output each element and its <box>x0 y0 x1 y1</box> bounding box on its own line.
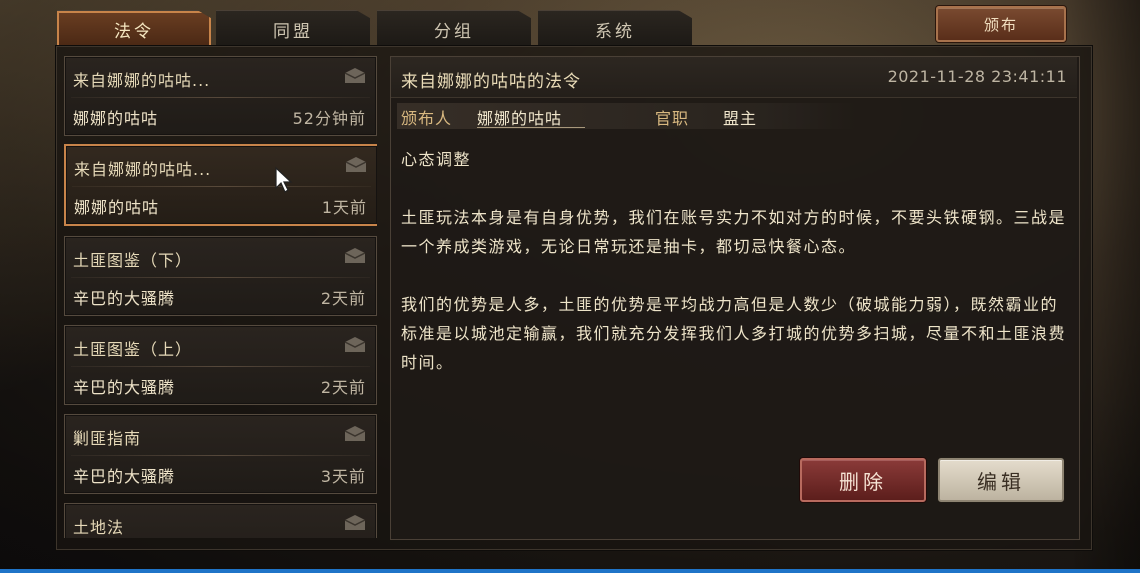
publisher-underline <box>477 127 585 128</box>
list-item-time: 1天前 <box>321 198 367 217</box>
envelope-icon <box>344 68 366 83</box>
decree-list[interactable]: 来自娜娜的咕咕... 娜娜的咕咕 52分钟前 来自娜娜的咕咕... 娜娜的咕咕 … <box>64 56 377 538</box>
publisher-label: 颁布人 <box>401 109 453 128</box>
envelope-icon <box>344 248 366 263</box>
decree-detail: 来自娜娜的咕咕的法令 2021-11-28 23:41:11 颁布人 娜娜的咕咕… <box>390 56 1080 540</box>
detail-date: 2021-11-28 23:41:11 <box>887 67 1067 86</box>
detail-meta: 颁布人 娜娜的咕咕 官职 盟主 <box>391 101 1077 131</box>
list-item[interactable]: 土匪图鉴（下） 辛巴的大骚腾 2天前 <box>64 236 377 316</box>
envelope-icon <box>344 337 366 352</box>
list-item-title: 土地法 <box>73 518 125 537</box>
list-item-title: 剿匪指南 <box>73 429 142 448</box>
list-item-time: 52分钟前 <box>292 109 366 128</box>
divider <box>71 366 370 367</box>
list-item[interactable]: 来自娜娜的咕咕... 娜娜的咕咕 52分钟前 <box>64 56 377 136</box>
tab-alliance[interactable]: 同盟 <box>216 10 370 47</box>
list-item-sender: 辛巴的大骚腾 <box>73 378 176 397</box>
body-paragraph: 我们的优势是人多，土匪的优势是平均战力高但是人数少（破城能力弱），既然霸业的标准… <box>401 295 1067 372</box>
body-gap <box>401 261 1067 290</box>
tab-group[interactable]: 分组 <box>377 10 531 47</box>
detail-title: 来自娜娜的咕咕的法令 <box>401 72 581 92</box>
list-item-title: 来自娜娜的咕咕... <box>74 160 212 179</box>
taskbar-edge <box>0 569 1140 573</box>
publisher-name[interactable]: 娜娜的咕咕 <box>477 105 562 129</box>
list-item-time: 2天前 <box>320 378 366 397</box>
envelope-icon <box>344 426 366 441</box>
list-item[interactable]: 剿匪指南 辛巴的大骚腾 3天前 <box>64 414 377 494</box>
tab-decree[interactable]: 法令 <box>57 10 211 47</box>
list-item[interactable]: 土匪图鉴（上） 辛巴的大骚腾 2天前 <box>64 325 377 405</box>
divider <box>71 277 370 278</box>
list-item-sender: 娜娜的咕咕 <box>73 109 159 128</box>
list-item-sender: 辛巴的大骚腾 <box>73 289 176 308</box>
list-item[interactable]: 来自娜娜的咕咕... 娜娜的咕咕 1天前 <box>64 144 377 226</box>
meta-strip <box>397 103 857 129</box>
edit-button[interactable]: 编辑 <box>938 458 1064 502</box>
body-paragraph: 心态调整 <box>401 150 472 169</box>
list-item-sender: 娜娜的咕咕 <box>74 198 160 217</box>
position-value: 盟主 <box>723 109 758 128</box>
divider <box>72 186 371 187</box>
list-item-title: 来自娜娜的咕咕... <box>73 71 211 90</box>
divider <box>71 455 370 456</box>
mouse-cursor-icon <box>275 166 293 193</box>
publish-button[interactable]: 颁布 <box>936 6 1066 42</box>
body-paragraph: 土匪玩法本身是有自身优势，我们在账号实力不如对方的时候，不要头铁硬钢。三战是一个… <box>401 208 1067 256</box>
body-gap <box>401 174 1067 203</box>
divider <box>71 97 370 98</box>
envelope-icon <box>344 515 366 530</box>
list-item-title: 土匪图鉴（上） <box>73 340 193 359</box>
position-label: 官职 <box>655 109 690 128</box>
delete-button[interactable]: 删除 <box>800 458 926 502</box>
list-item-title: 土匪图鉴（下） <box>73 251 193 270</box>
list-item[interactable]: 土地法 <box>64 503 377 538</box>
envelope-icon <box>345 157 367 172</box>
tab-system[interactable]: 系统 <box>538 10 692 47</box>
detail-header: 来自娜娜的咕咕的法令 2021-11-28 23:41:11 <box>391 57 1077 98</box>
list-item-time: 2天前 <box>320 289 366 308</box>
list-item-sender: 辛巴的大骚腾 <box>73 467 176 486</box>
list-item-time: 3天前 <box>320 467 366 486</box>
detail-body: 心态调整 土匪玩法本身是有自身优势，我们在账号实力不如对方的时候，不要头铁硬钢。… <box>401 145 1067 377</box>
